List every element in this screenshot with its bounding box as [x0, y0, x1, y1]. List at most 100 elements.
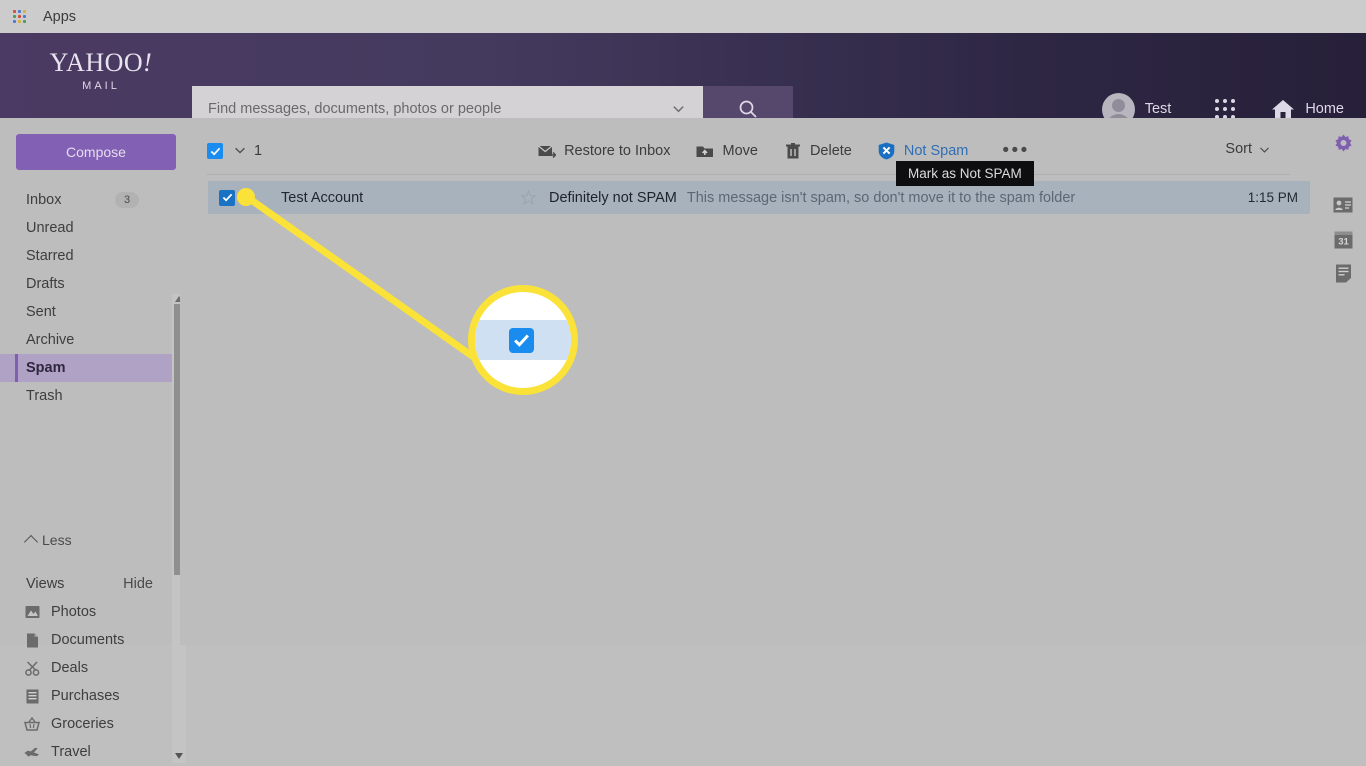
star-icon[interactable] — [520, 189, 537, 205]
sidebar-item-inbox[interactable]: Inbox 3 — [0, 186, 180, 214]
message-list: Test Account Definitely not SPAM This me… — [208, 181, 1310, 214]
trash-icon — [784, 142, 802, 160]
folder-label: Trash — [26, 388, 63, 404]
right-sidebar: 31 — [1318, 118, 1366, 645]
inbox-unread-badge: 3 — [115, 192, 139, 208]
document-icon — [24, 632, 40, 648]
shield-icon — [878, 142, 896, 160]
sidebar-item-groceries[interactable]: Groceries — [0, 710, 180, 738]
apps-bookmark-label[interactable]: Apps — [43, 9, 76, 25]
select-all-dropdown[interactable] — [233, 143, 247, 160]
basket-icon — [24, 716, 40, 732]
view-label: Documents — [51, 632, 125, 648]
message-time: 1:15 PM — [1247, 190, 1298, 205]
table-row[interactable]: Test Account Definitely not SPAM This me… — [208, 181, 1310, 214]
folder-label: Unread — [26, 220, 74, 236]
selected-count: 1 — [254, 143, 263, 159]
folder-label: Inbox — [26, 192, 62, 208]
folder-label: Drafts — [26, 276, 65, 292]
sidebar-item-photos[interactable]: Photos — [0, 598, 180, 626]
toolbar-action-label: Move — [722, 143, 758, 159]
chevron-down-icon — [1260, 146, 1269, 153]
checkbox-checked-icon — [210, 147, 220, 156]
delete-button[interactable]: Delete — [784, 142, 852, 160]
logo-word: YAHOO — [49, 48, 144, 77]
browser-bookmarks-bar: Apps — [0, 0, 1366, 33]
folder-label: Archive — [26, 332, 75, 348]
notepad-icon[interactable] — [1332, 262, 1354, 284]
logo-exclaim: ! — [143, 48, 153, 77]
yahoo-mail-header: YAHOO! MAIL Test Home — [0, 33, 1366, 132]
receipt-icon — [24, 688, 40, 704]
move-button[interactable]: Move — [696, 142, 758, 160]
apps-dots-icon[interactable] — [1215, 99, 1236, 119]
logo-subtitle: MAIL — [82, 80, 120, 92]
magnifier-callout — [468, 285, 578, 395]
sidebar-item-spam[interactable]: Spam — [0, 354, 180, 382]
sort-label: Sort — [1225, 141, 1252, 157]
compose-button[interactable]: Compose — [16, 134, 176, 170]
calendar-day: 31 — [1338, 236, 1349, 247]
tooltip-mark-as-not-spam: Mark as Not SPAM — [896, 161, 1034, 186]
photo-icon — [24, 604, 40, 620]
gear-icon[interactable] — [1332, 133, 1354, 155]
sidebar-item-deals[interactable]: Deals — [0, 654, 180, 682]
sidebar-item-trash[interactable]: Trash — [0, 382, 180, 410]
toolbar-action-label: Not Spam — [903, 143, 969, 159]
left-sidebar: Compose Inbox 3 Unread Starred Drafts Se… — [0, 118, 186, 763]
not-spam-button[interactable]: Not Spam — [878, 142, 968, 160]
sidebar-item-documents[interactable]: Documents — [0, 626, 180, 654]
views-hide-button[interactable]: Hide — [123, 576, 153, 592]
view-label: Deals — [51, 660, 89, 676]
move-folder-icon — [696, 142, 714, 160]
message-snippet: This message isn't spam, so don't move i… — [686, 189, 1076, 206]
toolbar-actions: Restore to Inbox Move Delete Not Spam ••… — [538, 141, 1030, 160]
search-icon — [739, 100, 757, 118]
view-label: Groceries — [51, 716, 114, 732]
yahoo-mail-logo[interactable]: YAHOO! MAIL — [47, 50, 155, 92]
sidebar-item-archive[interactable]: Archive — [0, 326, 180, 354]
apps-grid-icon[interactable] — [13, 10, 26, 23]
folder-label: Sent — [26, 304, 56, 320]
less-label: Less — [42, 532, 72, 548]
restore-to-inbox-button[interactable]: Restore to Inbox — [538, 142, 670, 160]
restore-to-inbox-icon — [538, 142, 557, 160]
message-sender: Test Account — [281, 189, 364, 206]
view-label: Travel — [51, 744, 91, 760]
folder-label: Starred — [26, 248, 74, 264]
magnified-checkbox-icon — [509, 328, 534, 353]
message-subject: Definitely not SPAM — [549, 189, 677, 206]
scissors-icon — [24, 660, 40, 676]
scroll-down-arrow-icon[interactable] — [175, 753, 183, 759]
views-section-header: Views Hide — [0, 573, 180, 595]
airplane-icon — [24, 744, 40, 760]
contacts-card-icon[interactable] — [1332, 194, 1354, 216]
toolbar-action-label: Restore to Inbox — [564, 143, 671, 159]
sidebar-item-drafts[interactable]: Drafts — [0, 270, 180, 298]
search-input[interactable] — [206, 100, 640, 118]
checkbox-checked-icon — [222, 193, 232, 202]
toolbar-action-label: Delete — [809, 143, 852, 159]
sidebar-item-travel[interactable]: Travel — [0, 738, 180, 766]
sidebar-item-purchases[interactable]: Purchases — [0, 682, 180, 710]
view-label: Purchases — [51, 688, 120, 704]
folder-label: Spam — [26, 360, 66, 376]
message-checkbox[interactable] — [219, 189, 235, 206]
chevron-down-icon — [235, 147, 245, 154]
show-less-folders-button[interactable]: Less — [23, 532, 72, 550]
select-all-checkbox[interactable] — [207, 143, 223, 159]
more-ellipsis-icon[interactable]: ••• — [1002, 141, 1029, 160]
calendar-icon[interactable]: 31 — [1332, 228, 1354, 250]
view-label: Photos — [51, 604, 97, 620]
sidebar-item-starred[interactable]: Starred — [0, 242, 180, 270]
sidebar-item-sent[interactable]: Sent — [0, 298, 180, 326]
views-title: Views — [26, 576, 65, 592]
folder-list: Inbox 3 Unread Starred Drafts Sent Archi… — [0, 186, 180, 410]
sort-button[interactable]: Sort — [1225, 141, 1271, 157]
sidebar-item-unread[interactable]: Unread — [0, 214, 180, 242]
account-name: Test — [1144, 101, 1172, 117]
home-label: Home — [1305, 101, 1344, 117]
message-toolbar: 1 Restore to Inbox Move Delete Not Spam … — [207, 128, 1290, 175]
chevron-up-icon — [23, 534, 39, 550]
views-list: Photos Documents Deals Purchases Groceri… — [0, 598, 180, 766]
